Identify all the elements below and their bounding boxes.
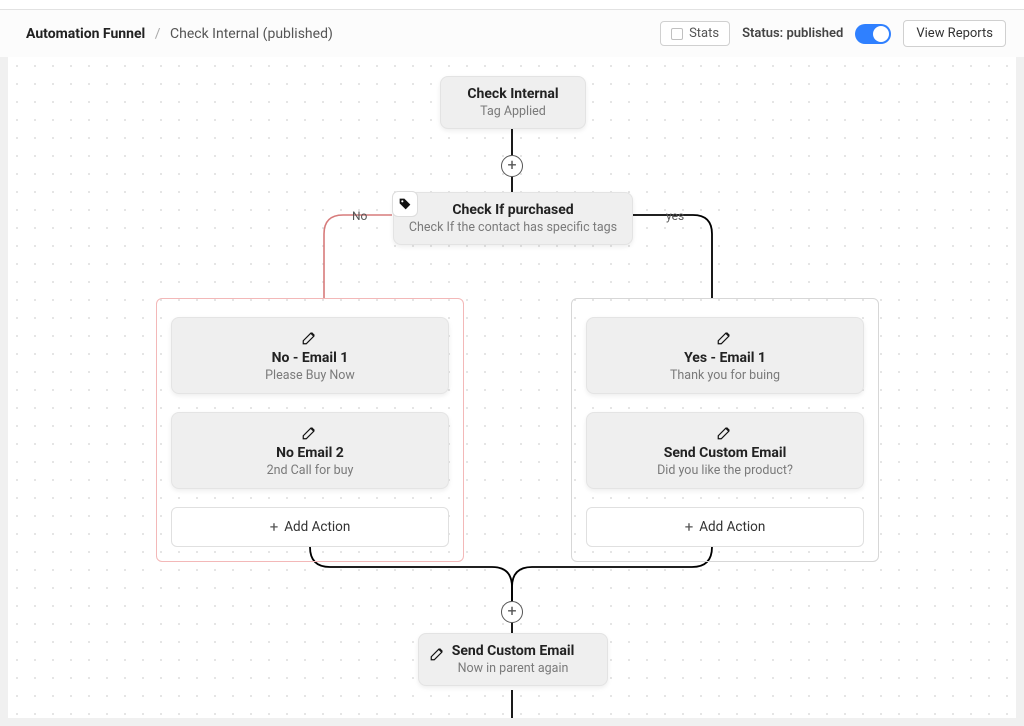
breadcrumb-root[interactable]: Automation Funnel <box>26 26 145 42</box>
start-title: Check Internal <box>451 86 575 102</box>
status-label: Status: published <box>742 26 843 41</box>
flow-canvas[interactable]: Check Internal Tag Applied + Check If pu… <box>8 57 1016 718</box>
add-action-label: Add Action <box>284 519 350 535</box>
action-card-yes-2[interactable]: Send Custom Email Did you like the produ… <box>586 412 864 489</box>
action-card-yes-1[interactable]: Yes - Email 1 Thank you for buing <box>586 317 864 394</box>
card-title: Yes - Email 1 <box>597 350 853 366</box>
plus-icon: + <box>270 518 279 536</box>
condition-subtitle: Check If the contact has specific tags <box>404 220 622 235</box>
browser-chrome <box>0 0 1024 10</box>
card-title: No Email 2 <box>182 445 438 461</box>
pencil-icon <box>716 331 734 350</box>
branch-yes-box: Yes - Email 1 Thank you for buing Send C… <box>571 298 879 562</box>
card-subtitle: Please Buy Now <box>182 368 438 383</box>
pencil-icon <box>301 331 319 350</box>
plus-icon: + <box>507 603 516 619</box>
branch-label-yes: yes <box>666 209 684 223</box>
breadcrumb-separator: / <box>149 26 167 42</box>
canvas-wrap: Check Internal Tag Applied + Check If pu… <box>0 57 1024 726</box>
stats-button[interactable]: Stats <box>660 21 730 46</box>
condition-title: Check If purchased <box>404 202 622 218</box>
branch-no-box: No - Email 1 Please Buy Now No Email 2 2… <box>156 298 464 562</box>
card-title: Send Custom Email <box>597 445 853 461</box>
add-step-button-2[interactable]: + <box>501 601 523 623</box>
checkbox-icon <box>671 28 683 40</box>
add-action-button-no[interactable]: + Add Action <box>171 507 449 547</box>
reports-label: View Reports <box>916 26 993 41</box>
breadcrumb: Automation Funnel / Check Internal (publ… <box>26 26 333 42</box>
pencil-icon <box>716 426 734 445</box>
add-step-button[interactable]: + <box>501 155 523 177</box>
plus-icon: + <box>685 518 694 536</box>
start-node[interactable]: Check Internal Tag Applied <box>440 76 586 129</box>
stats-label: Stats <box>689 26 719 41</box>
header-actions: Stats Status: published View Reports <box>660 20 1006 47</box>
card-subtitle: 2nd Call for buy <box>182 463 438 478</box>
start-subtitle: Tag Applied <box>451 104 575 119</box>
action-card-no-2[interactable]: No Email 2 2nd Call for buy <box>171 412 449 489</box>
add-action-label: Add Action <box>699 519 765 535</box>
add-action-button-yes[interactable]: + Add Action <box>586 507 864 547</box>
plus-icon: + <box>507 157 516 173</box>
card-title: No - Email 1 <box>182 350 438 366</box>
publish-toggle[interactable] <box>855 24 891 44</box>
after-subtitle: Now in parent again <box>429 661 597 676</box>
breadcrumb-current: Check Internal (published) <box>170 26 333 42</box>
card-subtitle: Thank you for buing <box>597 368 853 383</box>
action-card-no-1[interactable]: No - Email 1 Please Buy Now <box>171 317 449 394</box>
branch-label-no: No <box>352 209 367 223</box>
pencil-icon <box>429 644 447 666</box>
page-header: Automation Funnel / Check Internal (publ… <box>0 10 1024 57</box>
after-node[interactable]: Send Custom Email Now in parent again <box>418 633 608 686</box>
view-reports-button[interactable]: View Reports <box>903 20 1006 47</box>
tag-icon <box>392 191 418 217</box>
after-title: Send Custom Email <box>429 643 597 659</box>
pencil-icon <box>301 426 319 445</box>
card-subtitle: Did you like the product? <box>597 463 853 478</box>
condition-node[interactable]: Check If purchased Check If the contact … <box>393 192 633 245</box>
